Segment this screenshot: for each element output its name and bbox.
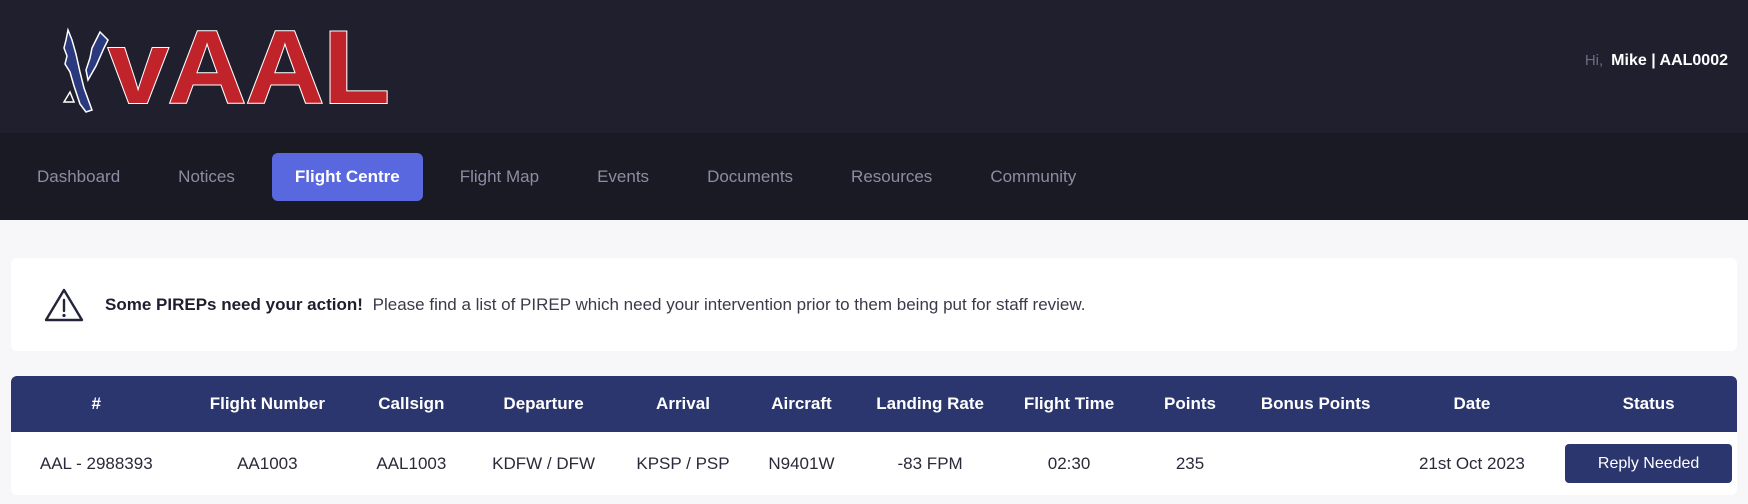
column-header-status[interactable]: Status xyxy=(1560,376,1737,432)
logo-wordmark: vAAL xyxy=(107,10,391,126)
alert-message: Please find a list of PIREP which need y… xyxy=(372,294,1086,314)
column-header-bonus-points[interactable]: Bonus Points xyxy=(1248,376,1384,432)
column-header-landing-rate[interactable]: Landing Rate xyxy=(855,376,1006,432)
nav-item-dashboard[interactable]: Dashboard xyxy=(16,153,141,201)
cell-bonus-points xyxy=(1248,432,1384,495)
cell-flight-time: 02:30 xyxy=(1047,453,1091,473)
user-name-id[interactable]: Mike | AAL0002 xyxy=(1611,52,1728,70)
column-header-callsign[interactable]: Callsign xyxy=(353,376,469,432)
main-nav: Dashboard Notices Flight Centre Flight M… xyxy=(0,133,1748,220)
cell-callsign: AAL1003 xyxy=(376,453,447,473)
alert-title: Some PIREPs need your action! xyxy=(105,294,363,314)
cell-date: 21st Oct 2023 xyxy=(1418,453,1525,473)
nav-item-community[interactable]: Community xyxy=(969,153,1097,201)
column-header-id[interactable]: # xyxy=(11,376,182,432)
cell-landing-rate: -83 FPM xyxy=(897,453,963,473)
reply-needed-button[interactable]: Reply Needed xyxy=(1565,444,1733,483)
pirep-table: # Flight Number Callsign Departure Arriv… xyxy=(11,376,1737,495)
nav-item-documents[interactable]: Documents xyxy=(686,153,814,201)
warning-triangle-icon xyxy=(44,288,84,321)
nav-item-flight-map[interactable]: Flight Map xyxy=(439,153,560,201)
cell-arrival: KPSP / PSP xyxy=(636,453,730,473)
main-content: Some PIREPs need your action! Please fin… xyxy=(0,220,1748,495)
cell-id: AAL - 2988393 xyxy=(39,453,153,473)
nav-item-events[interactable]: Events xyxy=(576,153,670,201)
cell-departure: KDFW / DFW xyxy=(492,453,596,473)
greeting-prefix: Hi, xyxy=(1584,52,1604,69)
column-header-aircraft[interactable]: Aircraft xyxy=(748,376,854,432)
column-header-flight-time[interactable]: Flight Time xyxy=(1006,376,1133,432)
top-header: vAAL Hi, Mike | AAL0002 xyxy=(0,0,1748,133)
pirep-table-container: # Flight Number Callsign Departure Arriv… xyxy=(11,376,1737,495)
column-header-departure[interactable]: Departure xyxy=(470,376,618,432)
column-header-flight-number[interactable]: Flight Number xyxy=(182,376,354,432)
site-logo[interactable]: vAAL xyxy=(62,14,391,121)
user-greeting[interactable]: Hi, Mike | AAL0002 xyxy=(1585,52,1728,70)
cell-status: Reply Needed xyxy=(1560,432,1737,495)
column-header-date[interactable]: Date xyxy=(1384,376,1561,432)
cell-flight-number: AA1003 xyxy=(237,453,298,473)
table-header-row: # Flight Number Callsign Departure Arriv… xyxy=(11,376,1737,432)
cell-aircraft: N9401W xyxy=(768,453,835,473)
nav-item-resources[interactable]: Resources xyxy=(830,153,953,201)
table-row[interactable]: AAL - 2988393 AA1003 AAL1003 KDFW / DFW … xyxy=(11,432,1737,495)
pirep-action-alert: Some PIREPs need your action! Please fin… xyxy=(11,258,1737,351)
nav-item-flight-centre[interactable]: Flight Centre xyxy=(271,152,423,201)
cell-points: 235 xyxy=(1175,453,1205,473)
column-header-arrival[interactable]: Arrival xyxy=(618,376,749,432)
alert-text: Some PIREPs need your action! Please fin… xyxy=(105,295,1085,315)
column-header-points[interactable]: Points xyxy=(1132,376,1247,432)
nav-item-notices[interactable]: Notices xyxy=(157,153,256,201)
eagle-logo-icon xyxy=(62,27,109,113)
